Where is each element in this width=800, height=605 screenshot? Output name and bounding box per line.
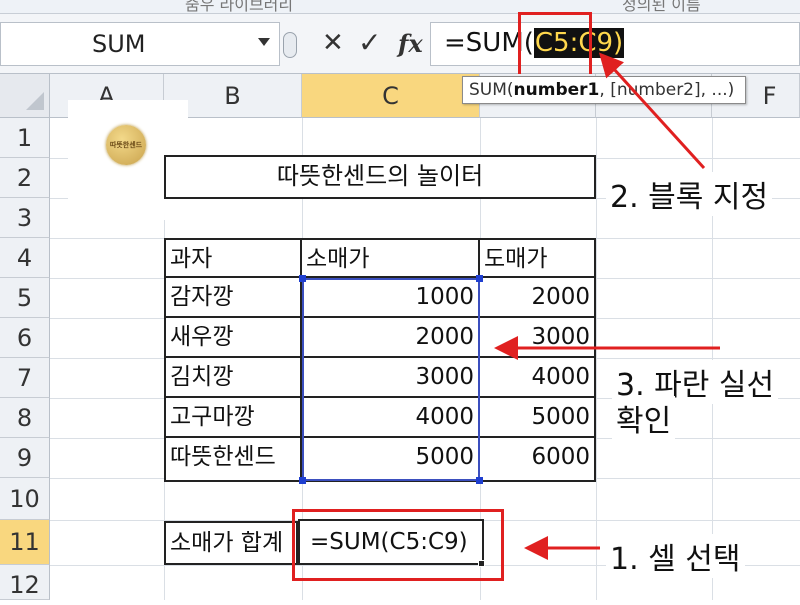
annotation-arrows [494, 52, 720, 560]
arrow-step2 [598, 52, 706, 170]
